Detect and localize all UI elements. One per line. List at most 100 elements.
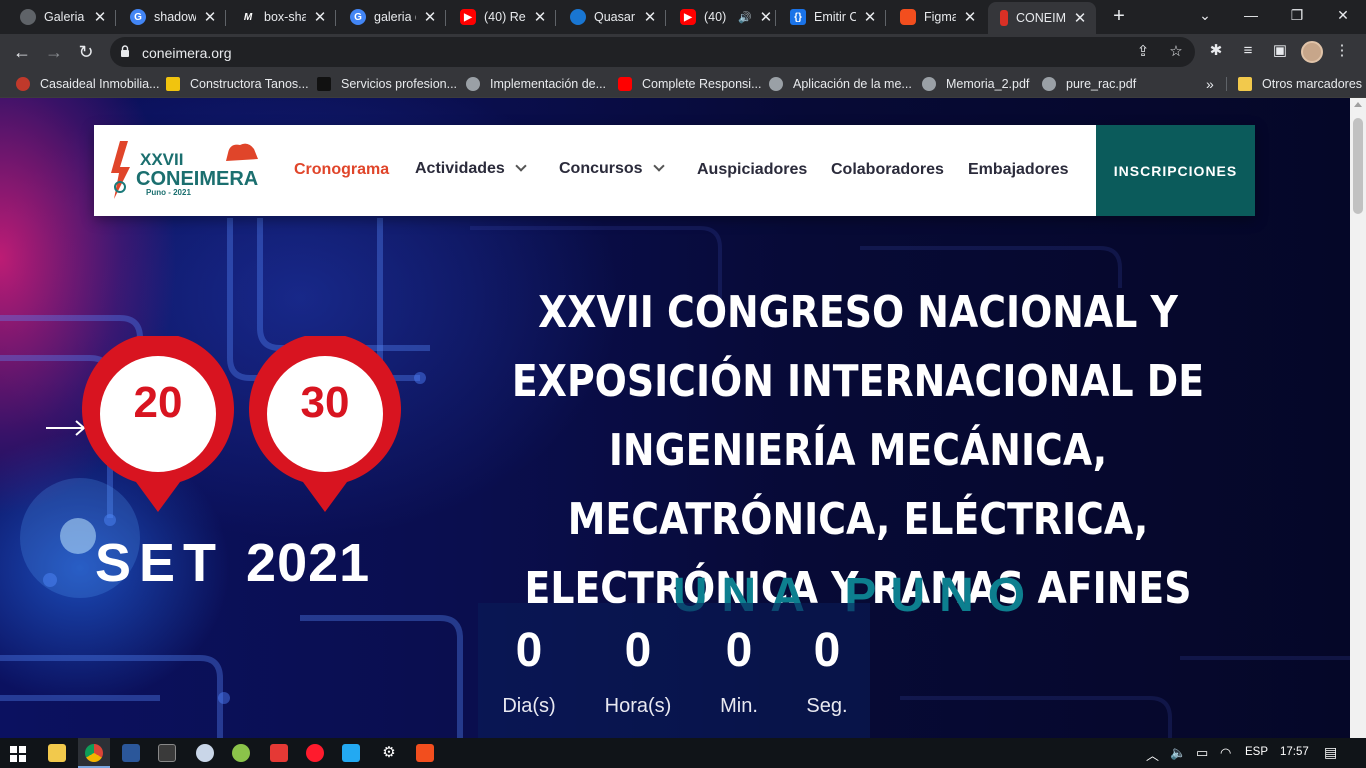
menu-icon[interactable]: ⋮ <box>1332 41 1352 61</box>
restore-button[interactable]: ❐ <box>1274 0 1320 30</box>
tab-coneimera[interactable]: CONEIM ✕ <box>988 2 1096 34</box>
windows-start-icon[interactable] <box>10 746 26 762</box>
event-month: SET <box>95 533 225 593</box>
speaker-icon[interactable]: 🔈 <box>1170 745 1186 761</box>
inscripciones-button[interactable]: INSCRIPCIONES <box>1096 125 1255 216</box>
scroll-up-icon[interactable] <box>1354 102 1362 107</box>
close-icon[interactable]: ✕ <box>312 8 328 26</box>
tab-shadow[interactable]: G shadow ✕ <box>118 2 226 32</box>
app-icon[interactable] <box>232 744 250 762</box>
bookmark-item[interactable]: Casaideal Inmobilia... <box>16 75 160 93</box>
nav-cronograma[interactable]: Cronograma <box>294 161 389 179</box>
tab-emitir[interactable]: {} Emitir C ✕ <box>778 2 886 32</box>
logo-name: CONEIMERA <box>136 168 258 190</box>
tab-strip: Galeria ✕ G shadow ✕ M box-sha ✕ G galer… <box>0 0 1366 34</box>
bookmark-icon <box>317 77 331 91</box>
close-icon[interactable]: ✕ <box>1072 9 1088 27</box>
opera-icon[interactable] <box>306 744 324 762</box>
nav-embajadores[interactable]: Embajadores <box>968 161 1068 179</box>
countdown-hours: 0 Hora(s) <box>588 603 688 718</box>
nav-colaboradores[interactable]: Colaboradores <box>831 161 944 179</box>
vscode-icon[interactable] <box>342 744 360 762</box>
other-bookmarks-folder[interactable]: Otros marcadores <box>1238 75 1362 93</box>
scroll-thumb[interactable] <box>1353 118 1363 214</box>
reload-icon[interactable]: ↻ <box>72 38 100 66</box>
tab-figma[interactable]: Figma ✕ <box>888 2 986 32</box>
forward-arrow-icon[interactable]: → <box>40 38 68 66</box>
profile-avatar[interactable] <box>1301 41 1323 63</box>
close-icon[interactable]: ✕ <box>92 8 108 26</box>
chevron-down-icon <box>515 160 527 172</box>
tab-galeria-google[interactable]: G galeria d ✕ <box>338 2 446 32</box>
more-bookmarks-button[interactable]: » <box>1206 75 1214 93</box>
nav-actividades[interactable]: Actividades <box>415 160 527 178</box>
bookmark-item[interactable]: Constructora Tanos... <box>166 75 309 93</box>
bookmark-item[interactable]: Servicios profesion... <box>317 75 457 93</box>
close-icon[interactable]: ✕ <box>202 8 218 26</box>
minimize-button[interactable]: — <box>1228 0 1274 30</box>
tab-galeria[interactable]: Galeria ✕ <box>8 2 116 32</box>
folder-icon <box>1238 77 1252 91</box>
bookmark-item[interactable]: Aplicación de la me... <box>769 75 912 93</box>
address-bar[interactable]: coneimera.org ⇪ ☆ <box>110 37 1195 67</box>
app-icon[interactable] <box>196 744 214 762</box>
url-text: coneimera.org <box>142 45 232 61</box>
word-icon[interactable] <box>122 744 140 762</box>
tab-youtube-2[interactable]: ▶ (40) 🔊 ✕ <box>668 2 776 32</box>
tab-youtube-1[interactable]: ▶ (40) Resp ✕ <box>448 2 556 32</box>
share-icon[interactable]: ⇪ <box>1135 44 1151 60</box>
close-icon[interactable]: ✕ <box>422 8 438 26</box>
bookmark-item[interactable]: Memoria_2.pdf <box>922 75 1029 93</box>
countdown-label: Hora(s) <box>604 695 672 717</box>
clock[interactable]: 17:57 <box>1280 746 1309 758</box>
battery-icon[interactable]: ▭ <box>1196 745 1208 761</box>
wifi-icon[interactable]: ◠ <box>1220 745 1231 761</box>
bookmark-item[interactable]: pure_rac.pdf <box>1042 75 1136 93</box>
close-icon[interactable]: ✕ <box>758 8 774 26</box>
tab-title: CONEIM <box>1016 11 1066 25</box>
chevron-up-icon[interactable]: ︿ <box>1146 745 1159 764</box>
new-tab-button[interactable]: + <box>1108 6 1130 28</box>
bookmarks-bar: Casaideal Inmobilia... Constructora Tano… <box>0 70 1366 98</box>
language-indicator[interactable]: ESP <box>1245 746 1268 758</box>
tab-title: Galeria <box>44 10 85 24</box>
bookmark-label: Complete Responsi... <box>642 77 762 91</box>
speaker-icon[interactable]: 🔊 <box>738 11 752 24</box>
bookmark-label: Servicios profesion... <box>341 77 458 91</box>
tab-search-icon[interactable]: ⌄ <box>1182 0 1228 30</box>
nav-auspiciadores[interactable]: Auspiciadores <box>697 161 807 179</box>
coneimera-icon <box>1000 10 1008 26</box>
nav-concursos[interactable]: Concursos <box>559 160 665 178</box>
google-icon: G <box>350 9 366 25</box>
coneimera-logo[interactable]: XXVII CONEIMERA Puno - 2021 <box>110 137 262 203</box>
star-icon[interactable]: ☆ <box>1168 44 1184 60</box>
terminal-icon[interactable] <box>158 744 176 762</box>
page-scrollbar[interactable] <box>1350 98 1366 738</box>
close-window-button[interactable]: ✕ <box>1320 0 1366 30</box>
countdown-value: 0 <box>813 624 841 677</box>
taskbar-active-app[interactable] <box>78 738 110 768</box>
close-icon[interactable]: ✕ <box>862 8 878 26</box>
tab-box-shadow[interactable]: M box-sha ✕ <box>228 2 336 32</box>
file-explorer-icon[interactable] <box>48 744 66 762</box>
back-arrow-icon[interactable]: ← <box>8 38 36 66</box>
tab-quasar[interactable]: Quasar A ✕ <box>558 2 666 32</box>
divider <box>1226 77 1227 91</box>
figma-icon[interactable] <box>416 744 434 762</box>
close-icon[interactable]: ✕ <box>642 8 658 26</box>
close-icon[interactable]: ✕ <box>532 8 548 26</box>
app-icon[interactable] <box>270 744 288 762</box>
date-pin-end: 30 <box>247 333 403 516</box>
notifications-icon[interactable]: ▤ <box>1324 744 1337 761</box>
countdown-days: 0 Dia(s) <box>479 603 579 718</box>
bookmark-item[interactable]: Implementación de... <box>466 75 606 93</box>
gear-icon[interactable]: ⚙ <box>380 744 398 762</box>
media-control-icon[interactable]: ≡ <box>1238 41 1258 61</box>
close-icon[interactable]: ✕ <box>962 8 978 26</box>
globe-icon <box>466 77 480 91</box>
countdown-timer: 0 Dia(s) 0 Hora(s) 0 Min. 0 Seg. <box>478 603 870 738</box>
bookmark-item[interactable]: Complete Responsi... <box>618 75 762 93</box>
extensions-icon[interactable]: ✱ <box>1206 41 1226 61</box>
browser-toolbar: ← → ↻ coneimera.org ⇪ ☆ ✱ ≡ ▣ ⋮ <box>0 34 1366 70</box>
side-panel-icon[interactable]: ▣ <box>1270 41 1290 61</box>
